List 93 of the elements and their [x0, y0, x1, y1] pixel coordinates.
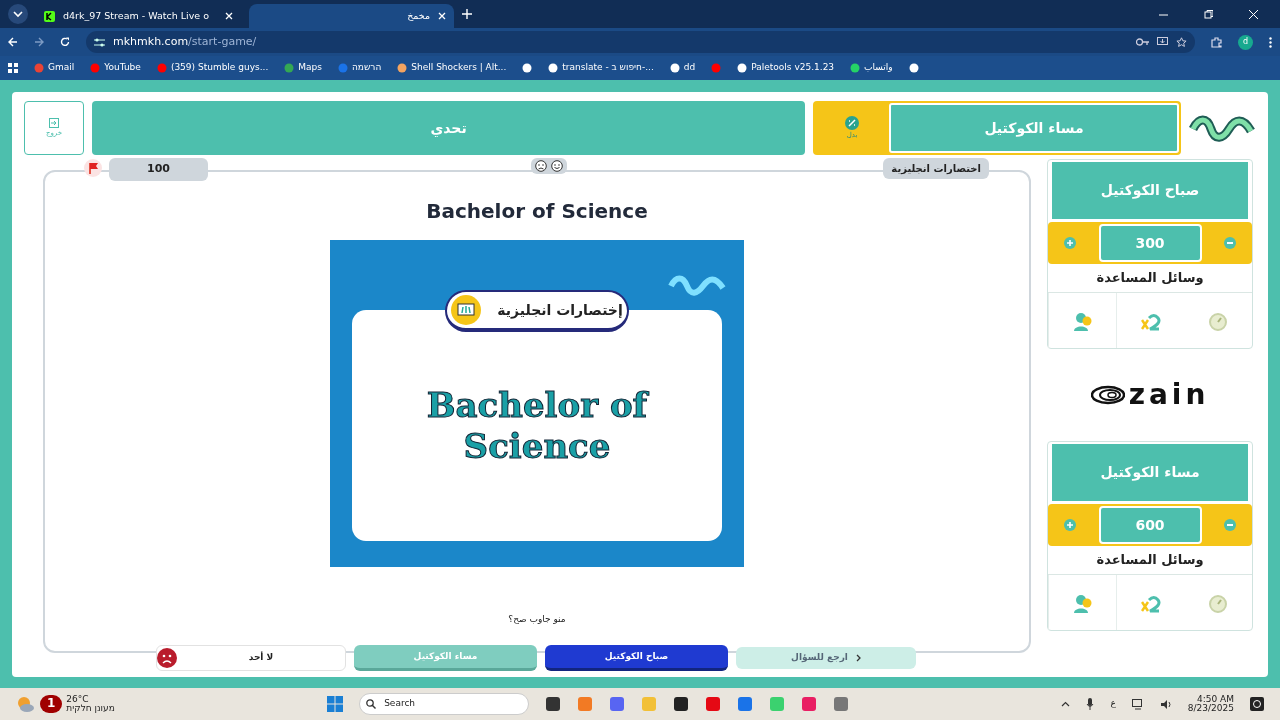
aids-heading: وسائل المساعدة [1095, 551, 1205, 570]
bookmark-link[interactable]: הרשמה [337, 61, 382, 75]
bookmark-favicon [284, 63, 295, 73]
forward-icon [34, 37, 44, 47]
flag-icon[interactable] [84, 159, 102, 177]
sponsor-logo: zain [1128, 377, 1210, 413]
team-name: صباح الكوكتيل [1052, 162, 1248, 219]
plus-icon [1067, 522, 1073, 528]
notification-count: 1 [40, 695, 63, 713]
answer-button[interactable]: لا أحد [156, 645, 346, 671]
answer-prompt: منو جاوب صح؟ [507, 613, 567, 626]
swirl-icon [1090, 385, 1125, 405]
team-name: مساء الكوكتيل [1052, 444, 1248, 501]
aids-heading: وسائل المساعدة [1095, 269, 1205, 288]
menu-icon[interactable] [1269, 36, 1272, 48]
bookmark-star-icon[interactable] [1176, 36, 1187, 48]
bookmark-link[interactable]: Gmail [34, 61, 75, 75]
minus-icon [1227, 242, 1233, 244]
sad-face-icon [157, 648, 177, 668]
apps-grid-icon[interactable] [8, 63, 18, 73]
bookmark-link[interactable]: Maps [284, 61, 322, 75]
browser-tab[interactable]: مخمخ [249, 4, 454, 28]
search-icon [366, 699, 377, 709]
team-score: 300 [1098, 224, 1202, 262]
sad-face-icon[interactable] [535, 160, 547, 172]
restore-icon[interactable] [1204, 10, 1213, 19]
team-score: 600 [1098, 506, 1202, 544]
close-icon[interactable] [1249, 10, 1258, 19]
site-settings-icon[interactable] [94, 37, 105, 47]
app-icon[interactable] [801, 696, 818, 712]
password-key-icon[interactable] [1136, 38, 1149, 46]
windows-start-icon[interactable] [327, 696, 344, 712]
extensions-icon[interactable] [1211, 36, 1222, 48]
category-label: اختصارات انجليزية [883, 158, 989, 179]
challenge-banner: تحدي [92, 101, 805, 155]
screen-icon [451, 295, 482, 325]
taskbar-search-field[interactable]: Search [359, 693, 530, 715]
points-value: 100 [109, 158, 208, 181]
volume-icon[interactable] [1159, 698, 1172, 710]
bookmark-link[interactable]: dd [669, 61, 696, 75]
bookmark-globe-icon[interactable] [522, 63, 533, 73]
bookmark-link[interactable]: Shell Shockers | Alt... [397, 61, 507, 75]
reload-icon[interactable] [60, 37, 70, 47]
bookmark-favicon [337, 63, 348, 73]
bookmark-link[interactable]: واتساب [850, 61, 893, 75]
back-icon[interactable] [8, 37, 18, 47]
tab-list-caret-icon[interactable] [8, 4, 28, 24]
bookmark-globe-icon[interactable] [908, 63, 919, 73]
bookmark-favicon [90, 63, 101, 73]
address-bar[interactable]: mkhmkh.com/start-game/ [86, 31, 1195, 53]
exit-icon [49, 117, 59, 128]
tab-title: d4rk_97 Stream - Watch Live o [63, 8, 210, 23]
minus-icon [1227, 524, 1233, 526]
bookmark-favicon [737, 63, 748, 73]
plus-icon [1067, 240, 1073, 246]
close-icon[interactable] [225, 12, 233, 20]
clock-time[interactable]: 4:50 AM [1187, 695, 1234, 704]
card-text: Science [463, 425, 611, 467]
weather-condition: מעונן חלקית [66, 704, 115, 713]
tab-title: مخمخ [406, 8, 430, 23]
notification-icon[interactable] [1250, 697, 1264, 711]
bookmark-favicon [548, 63, 559, 73]
swap-icon [845, 115, 859, 130]
bookmark-favicon [156, 63, 167, 73]
chevron-icon [855, 654, 861, 662]
browser-tab[interactable]: d4rk_97 Stream - Watch Live o [36, 4, 241, 28]
card-category: إختصارات انجليزية [497, 300, 623, 321]
answer-button[interactable]: صباح الكوكتيل [545, 645, 728, 671]
keyboard-language[interactable]: ع [1110, 697, 1116, 711]
tab-favicon [44, 10, 55, 22]
install-app-icon[interactable] [1157, 37, 1168, 47]
temperature: 26°C [66, 695, 90, 704]
new-tab-icon[interactable] [462, 9, 472, 19]
bookmark-link[interactable]: (359) Stumble guys... [156, 61, 269, 75]
smiley-icon[interactable] [551, 160, 563, 172]
close-icon[interactable] [438, 12, 446, 20]
bookmark-link[interactable]: Paletools v25.1.23 [737, 61, 835, 75]
bookmark-favicon [850, 63, 861, 73]
bookmark-link[interactable]: YouTube [90, 61, 141, 75]
question-title: Bachelor of Science [425, 198, 649, 225]
bookmark-favicon [34, 63, 44, 73]
back-to-question-button[interactable]: ارجع للسؤال [736, 647, 916, 669]
bookmark-link[interactable]: translate - חיפוש ב-... [548, 61, 654, 75]
app-icon[interactable] [705, 696, 722, 712]
card-text: Bachelor of [426, 384, 648, 426]
current-team-label: مساء الكوكتيل [889, 103, 1179, 153]
url-text: mkhmkh.com/start-game/ [113, 33, 258, 50]
bookmark-favicon [397, 63, 408, 73]
microphone-icon[interactable] [1086, 698, 1095, 710]
chevron-up-icon[interactable] [1061, 701, 1071, 707]
weather-icon [16, 695, 34, 713]
bookmark-favicon [669, 63, 680, 73]
clock-date[interactable]: 8/23/2025 [1187, 704, 1234, 713]
